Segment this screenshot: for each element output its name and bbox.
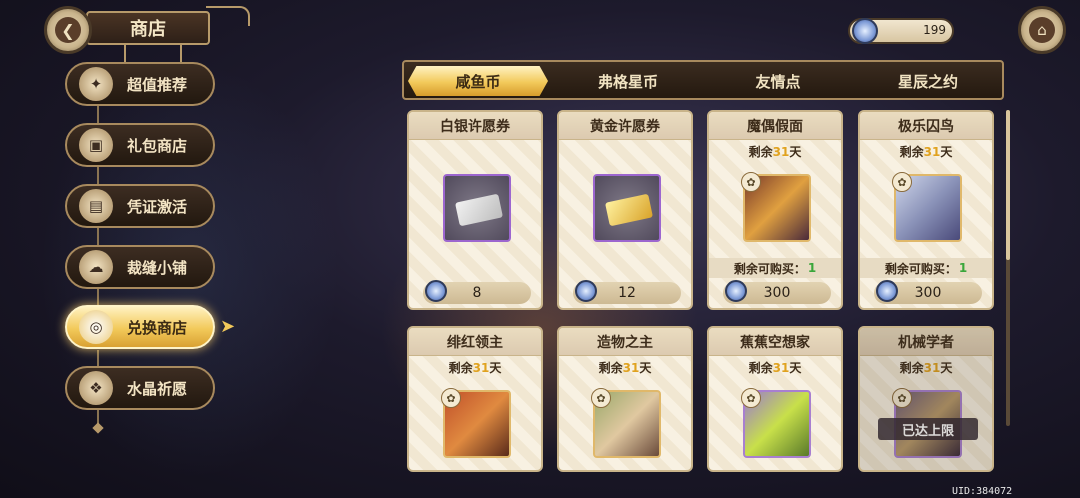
scrollbar-thumb[interactable] [1006,110,1010,260]
price-value: 300 [914,285,942,301]
back-button[interactable]: ❮ [44,6,92,54]
page-title-text: 商店 [130,19,166,40]
shop-card-silver-ticket[interactable]: 白银许愿券 8 [407,110,543,310]
card-title: 魔偶假面 [709,112,841,140]
banana-dreamer-portrait: ✿ [741,388,811,458]
coin-icon [852,18,878,44]
page-title: 商店 [86,11,210,45]
price-tag: 8 [423,280,531,304]
title-hook-right [180,44,182,62]
sidebar-item-crystal[interactable]: ❖ 水晶祈愿 [65,366,215,410]
sidebar-item-tailor[interactable]: ☁ 裁缝小铺 [65,245,215,289]
coin-icon [575,280,597,302]
buyable-count: 剩余可购买： 1 [709,258,841,278]
price-tag: 300 [874,280,982,304]
sidebar-connector [97,288,99,306]
remaining-days: 剩余31天 [899,145,953,159]
tab-friendship-points[interactable]: 友情点 [708,66,848,96]
sidebar-connector [97,104,99,124]
limit-reached-badge: 已达上限 [878,418,978,440]
star-badge-icon: ✿ [591,388,611,408]
card-title: 机械学者 [860,328,992,356]
shop-card-gold-ticket[interactable]: 黄金许愿券 12 [557,110,693,310]
price-tag: 12 [573,280,681,304]
bliss-bird-portrait: ✿ [892,172,962,242]
tab-label: 弗格星币 [597,72,658,91]
star-badge-icon: ✿ [441,388,461,408]
bag-icon: ✦ [79,67,113,101]
tab-label: 星辰之约 [897,72,958,91]
sidebar-connector [97,228,99,246]
shop-card-creator[interactable]: 造物之主 剩余31天 ✿ [557,326,693,472]
crystal-icon: ❖ [79,371,113,405]
shop-card-bliss-bird[interactable]: 极乐囚鸟 剩余31天 ✿ 剩余可购买： 1 300 [858,110,994,310]
crimson-lord-portrait: ✿ [441,388,511,458]
tab-salted-fish-coin[interactable]: 咸鱼币 [408,66,548,96]
sidebar-item-gift-shop[interactable]: ▣ 礼包商店 [65,123,215,167]
sidebar-item-label: 超值推荐 [127,75,188,94]
silver-ticket-icon [443,174,511,242]
card-title: 白银许愿券 [409,112,541,140]
card-title: 造物之主 [559,328,691,356]
sidebar-item-label: 兑换商店 [127,318,188,337]
currency-value: 199 [923,23,946,37]
remaining-days: 剩余31天 [899,361,953,375]
remaining-days: 剩余31天 [748,361,802,375]
coins-icon: ◎ [79,310,113,344]
active-indicator-icon: ➤ [220,316,236,337]
sidebar-connector [97,166,99,184]
sheep-icon: ☁ [79,250,113,284]
creator-portrait: ✿ [591,388,661,458]
card-title: 极乐囚鸟 [860,112,992,140]
title-ornament [206,6,250,26]
title-hook-left [124,44,126,62]
card-icon: ▤ [79,189,113,223]
coin-icon [725,280,747,302]
tab-label: 咸鱼币 [455,72,501,91]
card-title: 蕉蕉空想家 [709,328,841,356]
gold-ticket-icon [593,174,661,242]
coin-icon [876,280,898,302]
arrow-left-icon: ❮ [55,17,81,43]
tab-label: 友情点 [755,72,801,91]
card-title: 黄金许愿券 [559,112,691,140]
tab-fog-star-coin[interactable]: 弗格星币 [558,66,698,96]
sidebar-item-label: 裁缝小铺 [127,258,188,277]
sidebar-item-label: 礼包商店 [127,136,188,155]
star-badge-icon: ✿ [892,388,912,408]
gift-icon: ▣ [79,128,113,162]
star-badge-icon: ✿ [741,172,761,192]
remaining-days: 剩余31天 [598,361,652,375]
shop-card-puppet-mask[interactable]: 魔偶假面 剩余31天 ✿ 剩余可购买： 1 300 [707,110,843,310]
sidebar-item-recommend[interactable]: ✦ 超值推荐 [65,62,215,106]
sidebar-item-exchange[interactable]: ◎ 兑换商店 [65,305,215,349]
home-button[interactable]: ⌂ [1018,6,1066,54]
star-badge-icon: ✿ [741,388,761,408]
price-tag: 300 [723,280,831,304]
sidebar-item-label: 凭证激活 [127,197,188,216]
shop-card-crimson-lord[interactable]: 绯红领主 剩余31天 ✿ [407,326,543,472]
price-value: 8 [472,285,482,301]
home-icon: ⌂ [1029,17,1055,43]
remaining-days: 剩余31天 [748,145,802,159]
currency-tabs: 咸鱼币 弗格星币 友情点 星辰之约 [402,60,1004,100]
user-id: UID:384072 [952,486,1013,497]
shop-card-mechanical-scholar[interactable]: 机械学者 剩余31天 ✿ 已达上限 [858,326,994,472]
price-value: 300 [763,285,791,301]
price-value: 12 [618,285,636,301]
card-title: 绯红领主 [409,328,541,356]
sidebar-item-label: 水晶祈愿 [127,379,188,398]
buyable-count: 剩余可购买： 1 [860,258,992,278]
star-badge-icon: ✿ [892,172,912,192]
remaining-days: 剩余31天 [448,361,502,375]
shop-card-banana-dreamer[interactable]: 蕉蕉空想家 剩余31天 ✿ [707,326,843,472]
puppet-mask-portrait: ✿ [741,172,811,242]
currency-counter[interactable]: 199 [848,18,954,44]
coin-icon [425,280,447,302]
tab-star-promise[interactable]: 星辰之约 [858,66,998,96]
sidebar-item-voucher[interactable]: ▤ 凭证激活 [65,184,215,228]
